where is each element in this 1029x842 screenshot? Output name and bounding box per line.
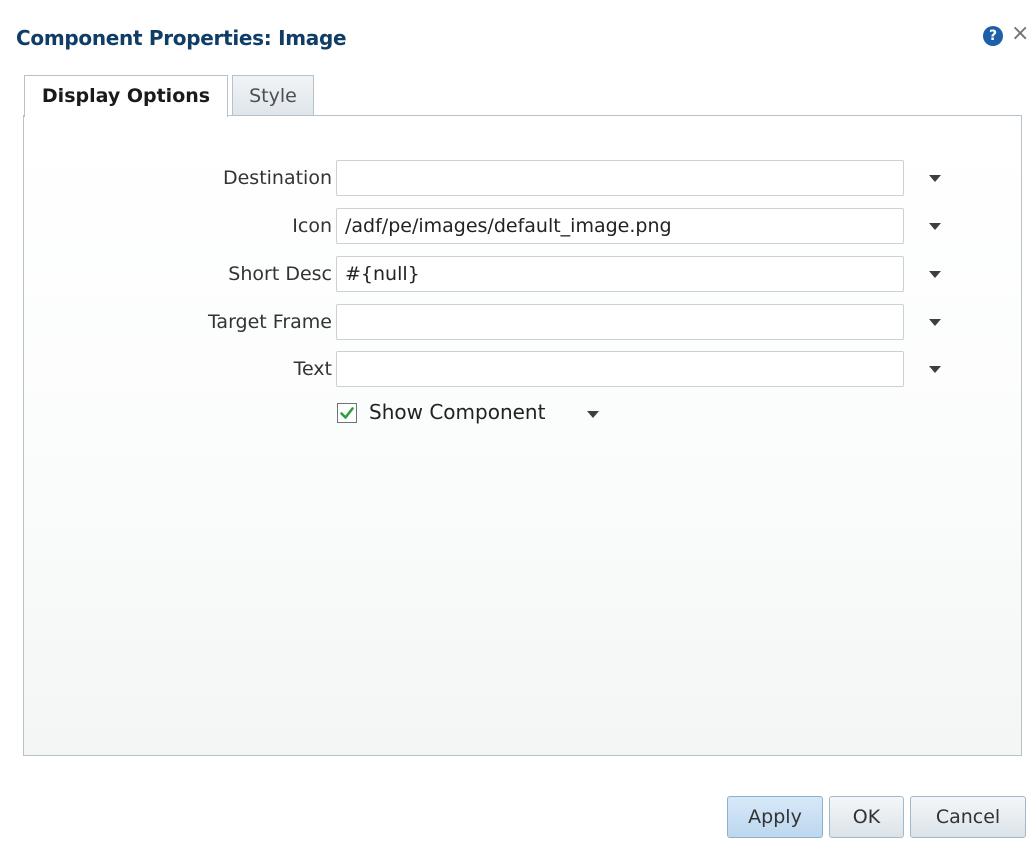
tab-style[interactable]: Style (232, 75, 314, 115)
short-desc-dropdown-arrow-icon[interactable] (929, 271, 941, 278)
tab-display-options[interactable]: Display Options (24, 75, 228, 117)
checkmark-icon (340, 407, 354, 419)
short-desc-field[interactable] (336, 256, 904, 292)
destination-dropdown-arrow-icon[interactable] (929, 175, 941, 182)
show-component-checkbox[interactable] (337, 403, 357, 423)
show-component-label: Show Component (369, 400, 546, 424)
show-component-dropdown-arrow-icon[interactable] (587, 411, 599, 418)
dialog-title: Component Properties: Image (16, 26, 347, 50)
close-icon[interactable]: × (1011, 22, 1029, 46)
icon-dropdown-arrow-icon[interactable] (929, 223, 941, 230)
text-field[interactable] (336, 351, 904, 387)
target-frame-dropdown-arrow-icon[interactable] (929, 319, 941, 326)
text-dropdown-arrow-icon[interactable] (929, 366, 941, 373)
icon-field[interactable] (336, 208, 904, 244)
cancel-button[interactable]: Cancel (910, 796, 1026, 838)
short-desc-label: Short Desc (228, 263, 332, 285)
ok-button[interactable]: OK (829, 796, 904, 838)
apply-button[interactable]: Apply (727, 796, 823, 838)
target-frame-label: Target Frame (207, 311, 332, 333)
destination-field[interactable] (336, 160, 904, 196)
component-properties-dialog: Component Properties: Image ? × Display … (0, 0, 1029, 842)
help-icon[interactable]: ? (983, 26, 1003, 46)
text-label: Text (293, 358, 332, 380)
icon-label: Icon (292, 215, 332, 237)
target-frame-field[interactable] (336, 304, 904, 340)
destination-label: Destination (222, 167, 332, 189)
